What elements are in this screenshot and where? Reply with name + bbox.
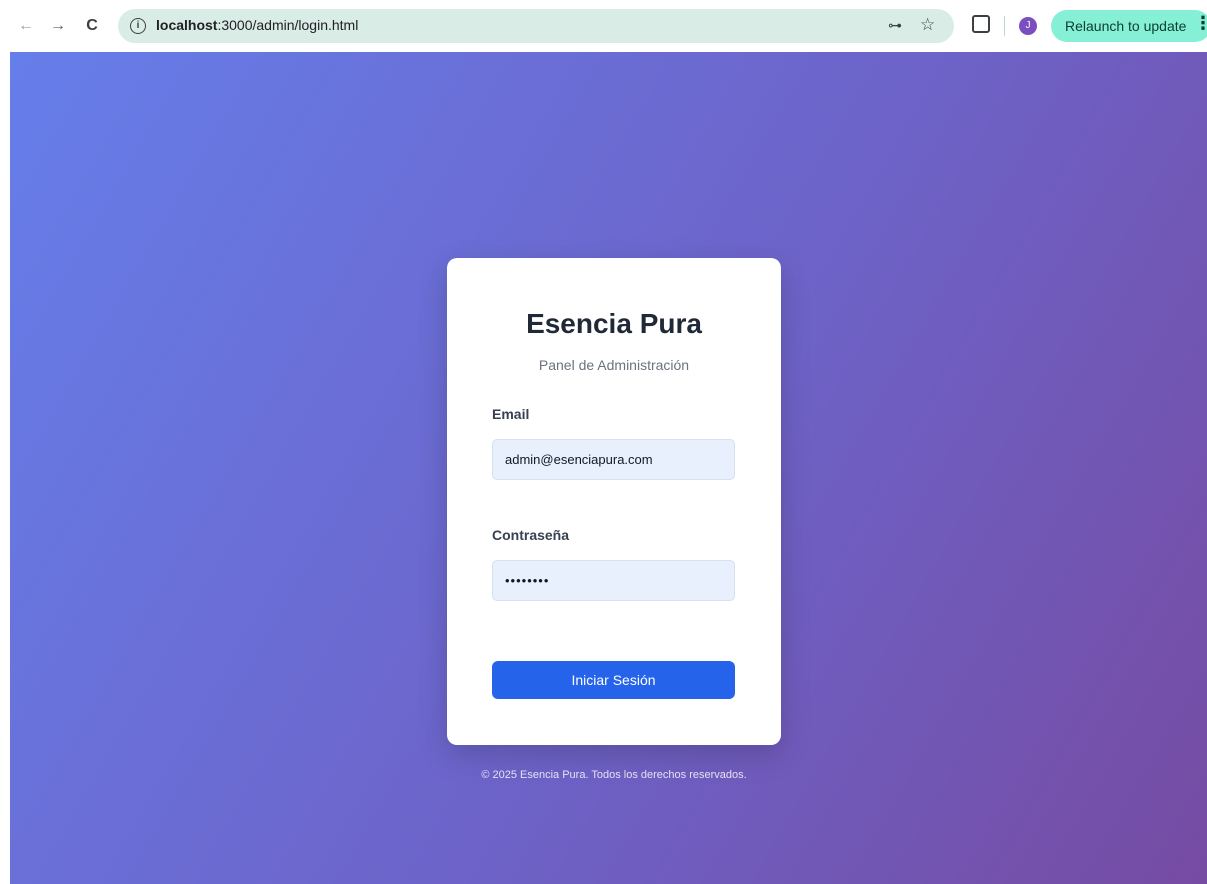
- email-field[interactable]: [492, 439, 735, 480]
- password-field[interactable]: [492, 560, 735, 601]
- login-button[interactable]: Iniciar Sesión: [492, 661, 735, 699]
- address-url[interactable]: localhost:3000/admin/login.html: [156, 17, 358, 33]
- extensions-puzzle-icon[interactable]: [972, 15, 990, 33]
- page-background: Esencia Pura Panel de Administración Ema…: [10, 52, 1207, 884]
- bookmark-star-icon[interactable]: ☆: [920, 15, 935, 35]
- browser-menu-icon[interactable]: ⋮: [1194, 14, 1207, 32]
- profile-avatar[interactable]: J: [1019, 17, 1037, 35]
- password-key-icon[interactable]: ⊶: [888, 17, 902, 34]
- relaunch-update-button[interactable]: Relaunch to update: [1051, 10, 1207, 42]
- email-label: Email: [492, 406, 530, 422]
- toolbar-divider: [1004, 16, 1005, 36]
- address-bar[interactable]: i localhost:3000/admin/login.html ⊶ ☆: [118, 9, 954, 43]
- site-info-icon[interactable]: i: [130, 18, 146, 34]
- url-host: localhost: [156, 17, 218, 33]
- footer-copyright: © 2025 Esencia Pura. Todos los derechos …: [481, 769, 747, 781]
- browser-toolbar: ← → C i localhost:3000/admin/login.html …: [0, 0, 1207, 52]
- url-path: :3000/admin/login.html: [217, 17, 359, 33]
- back-arrow-icon[interactable]: ←: [14, 14, 38, 38]
- password-label: Contraseña: [492, 527, 570, 543]
- forward-arrow-icon[interactable]: →: [46, 14, 70, 38]
- relaunch-label: Relaunch to update: [1065, 18, 1187, 34]
- reload-icon[interactable]: C: [80, 14, 104, 38]
- page-subtitle: Panel de Administración: [538, 357, 690, 373]
- page-title: Esencia Pura: [526, 308, 702, 339]
- login-card: Esencia Pura Panel de Administración Ema…: [447, 258, 781, 745]
